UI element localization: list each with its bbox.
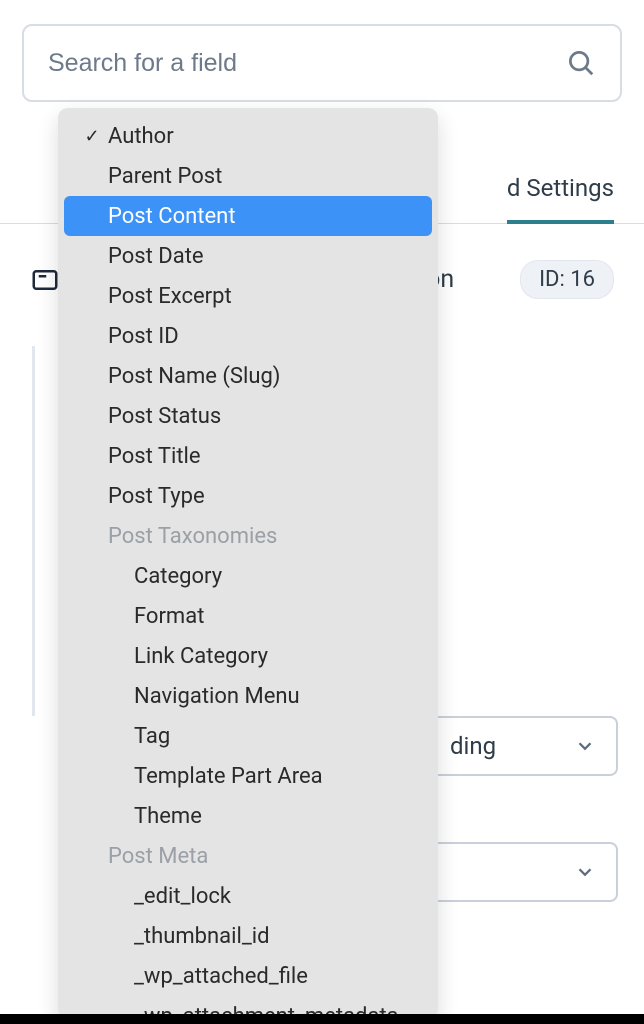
dropdown-item[interactable]: Post ID	[58, 316, 438, 356]
dropdown-item-label: Parent Post	[102, 164, 222, 189]
dropdown-sub-item[interactable]: Navigation Menu	[58, 676, 438, 716]
dropdown-sub-item[interactable]: Template Part Area	[58, 756, 438, 796]
search-container	[0, 0, 644, 102]
select-order-value: ding	[450, 732, 496, 760]
dropdown-item[interactable]: Post Content	[64, 196, 432, 236]
dropdown-item[interactable]: Post Status	[58, 396, 438, 436]
dropdown-sub-item[interactable]: Theme	[58, 796, 438, 836]
dropdown-sub-item[interactable]: Tag	[58, 716, 438, 756]
dropdown-item-label: Post Title	[102, 444, 201, 469]
dropdown-item[interactable]: Post Name (Slug)	[58, 356, 438, 396]
field-icon	[30, 265, 60, 295]
tab-settings[interactable]: d Settings	[507, 174, 614, 224]
search-input[interactable]	[48, 49, 566, 78]
select-secondary[interactable]	[428, 842, 618, 902]
dropdown-item-label: Post Content	[102, 204, 236, 229]
dropdown-sub-item[interactable]: _edit_lock	[58, 876, 438, 916]
dropdown-item[interactable]: Post Date	[58, 236, 438, 276]
dropdown-sub-item[interactable]: Category	[58, 556, 438, 596]
dropdown-item-label: Post Excerpt	[102, 284, 232, 309]
dropdown-item-label: Post ID	[102, 324, 179, 349]
check-icon: ✓	[82, 126, 102, 147]
vertical-accent-bar	[32, 346, 35, 716]
dropdown-group-header: Post Taxonomies	[58, 516, 438, 556]
select-order[interactable]: ding	[428, 716, 618, 776]
dropdown-sub-item[interactable]: Format	[58, 596, 438, 636]
search-field[interactable]	[22, 24, 622, 102]
field-dropdown[interactable]: ✓Author Parent Post Post Content Post Date P…	[58, 108, 438, 1018]
dropdown-item[interactable]: Parent Post	[58, 156, 438, 196]
dropdown-item-label: Post Date	[102, 244, 204, 269]
dropdown-sub-item[interactable]: _wp_attached_file	[58, 956, 438, 996]
dropdown-item-label: Post Status	[102, 404, 221, 429]
dropdown-sub-item[interactable]: Link Category	[58, 636, 438, 676]
dropdown-item-label: Post Type	[102, 484, 205, 509]
bottom-bar	[0, 1014, 644, 1024]
chevron-down-icon	[574, 861, 596, 883]
search-icon	[566, 48, 596, 78]
dropdown-item-label: Author	[102, 124, 174, 149]
dropdown-item[interactable]: Post Excerpt	[58, 276, 438, 316]
field-id-badge: ID: 16	[520, 260, 614, 299]
dropdown-item-label: Post Name (Slug)	[102, 364, 280, 389]
chevron-down-icon	[574, 735, 596, 757]
dropdown-item[interactable]: Post Title	[58, 436, 438, 476]
dropdown-group-header: Post Meta	[58, 836, 438, 876]
dropdown-sub-item[interactable]: _thumbnail_id	[58, 916, 438, 956]
dropdown-item[interactable]: ✓Author	[58, 116, 438, 156]
dropdown-item[interactable]: Post Type	[58, 476, 438, 516]
